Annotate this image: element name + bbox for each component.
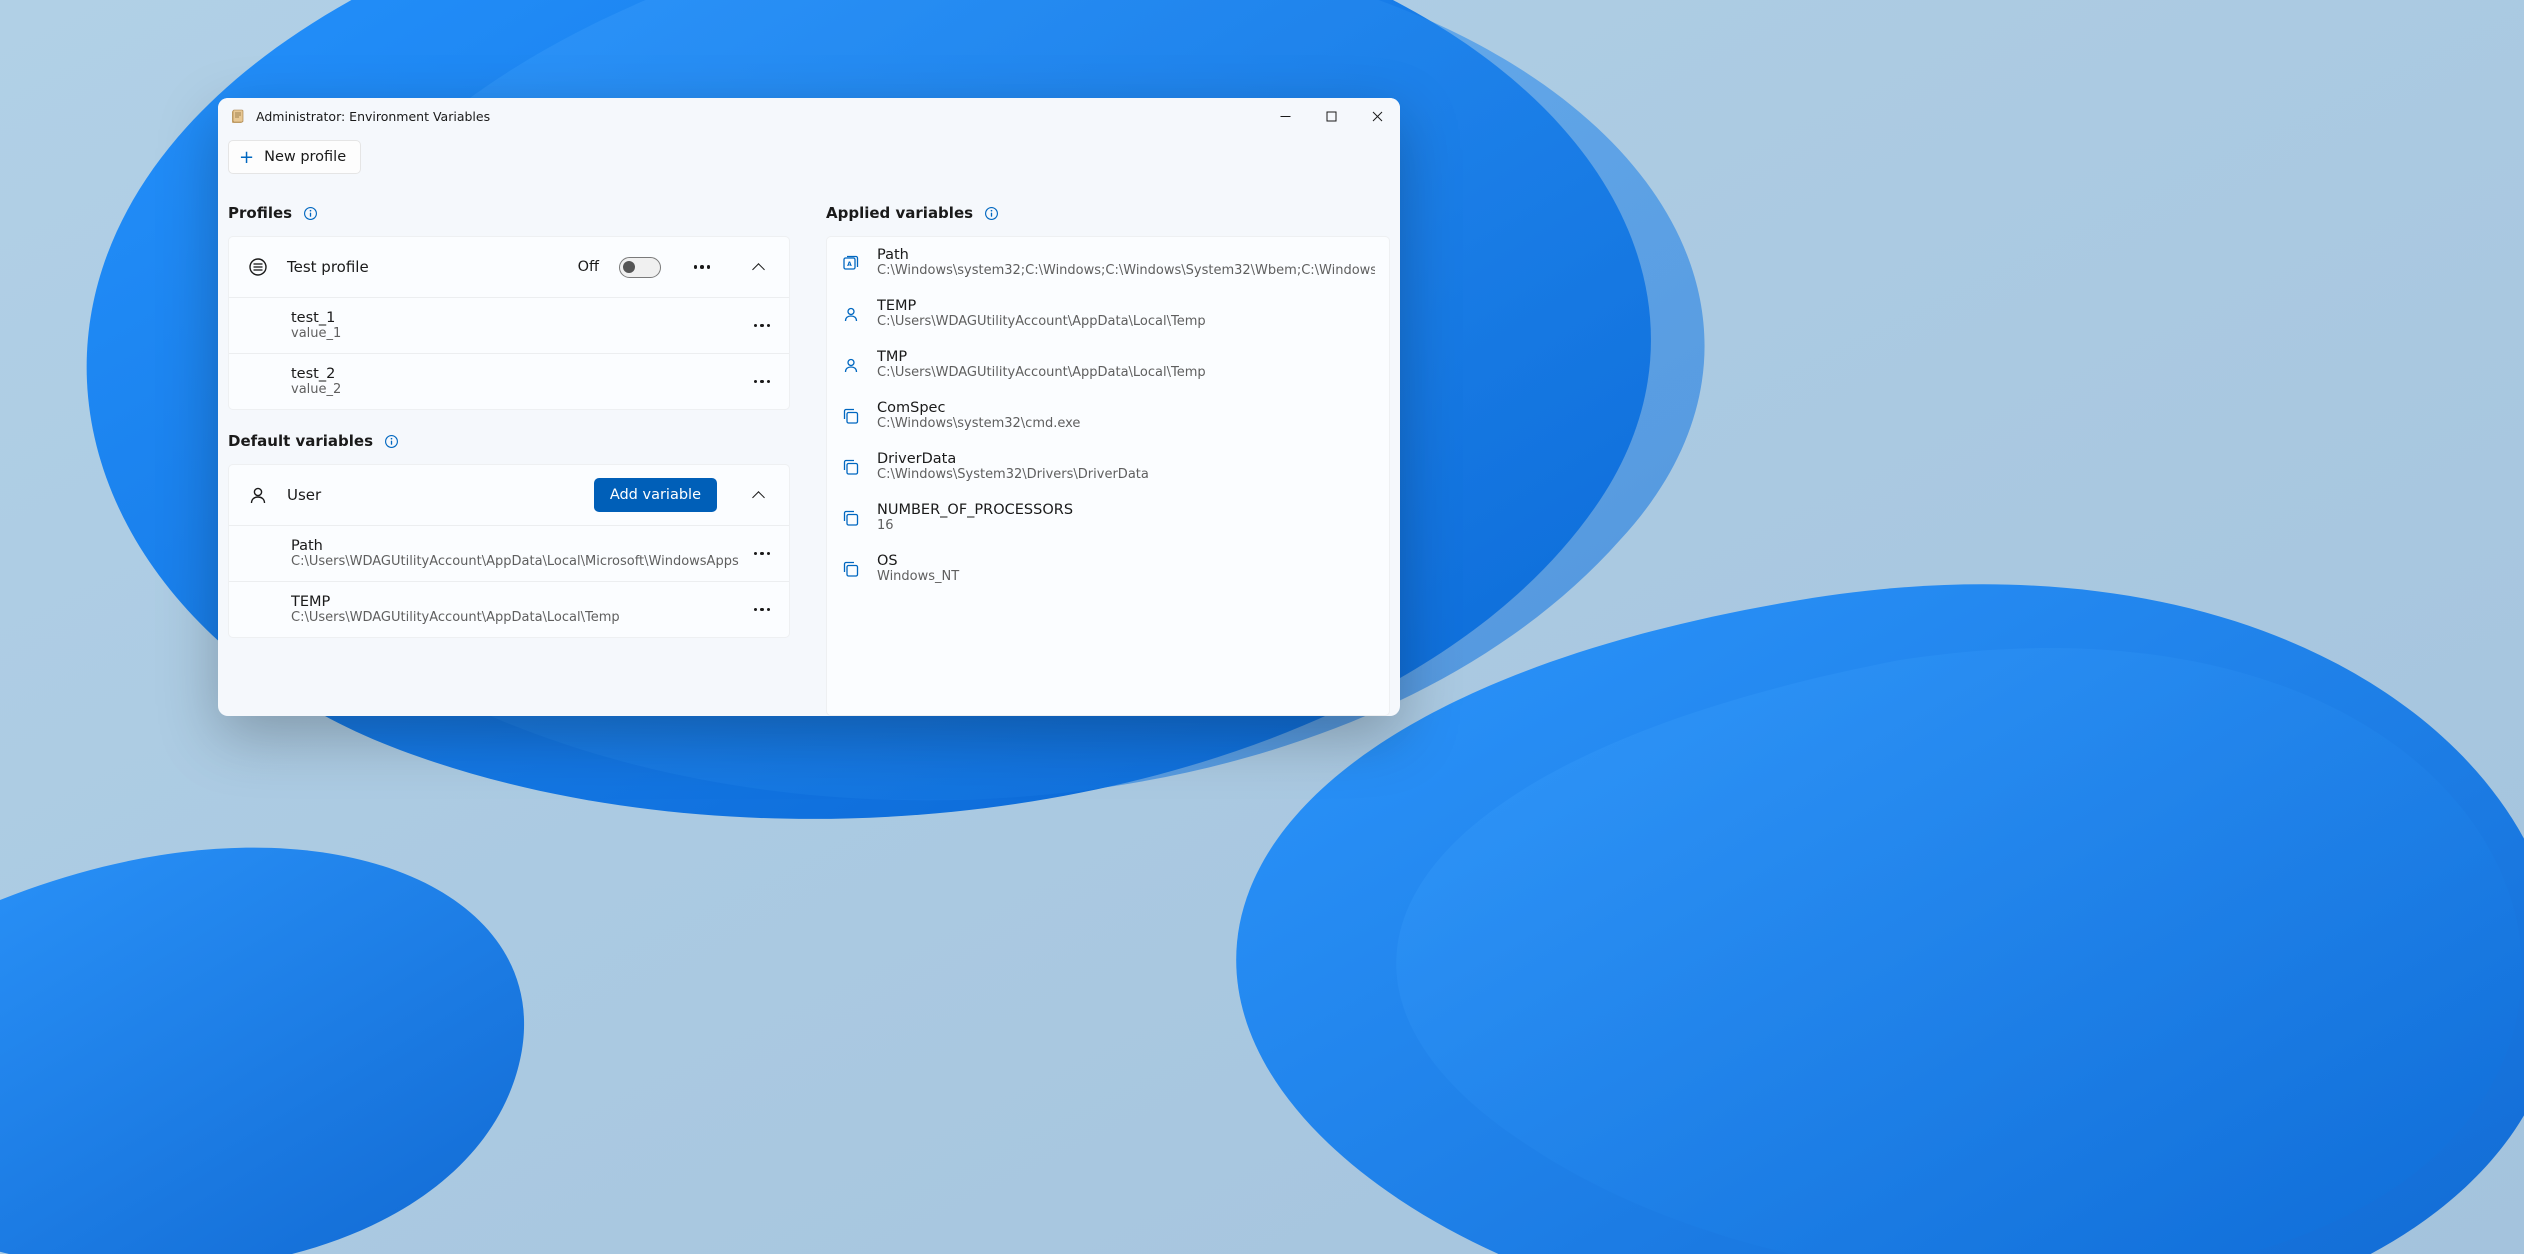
info-icon[interactable] [983,205,999,221]
applied-variables-list[interactable]: A Path C:\Windows\system32;C:\Windows;C:… [826,236,1390,716]
variable-name: test_1 [291,310,747,326]
profiles-title: Profiles [228,204,292,222]
more-horizontal-icon [754,552,771,556]
variable-more-button[interactable] [747,367,777,397]
window-title: Administrator: Environment Variables [256,109,490,124]
profile-expand-toggle[interactable] [739,248,777,286]
variable-name: Path [291,538,747,554]
applied-variable-row[interactable]: TMP C:\Users\WDAGUtilityAccount\AppData\… [827,339,1389,390]
right-column: Applied variables A Path C:\Windows\syst… [826,204,1390,716]
app-window: Administrator: Environment Variables + N… [218,98,1400,716]
maximize-button[interactable] [1308,98,1354,134]
applied-variable-value: C:\Windows\system32;C:\Windows;C:\Window… [877,263,1375,278]
variable-more-button[interactable] [747,311,777,341]
system-source-icon [841,457,861,477]
profile-icon [247,256,269,278]
plus-icon: + [239,147,254,168]
profile-more-button[interactable] [687,252,717,282]
more-horizontal-icon [754,608,771,612]
toggle-knob [623,261,635,273]
user-source-icon [841,304,861,324]
window-controls [1262,98,1400,134]
user-variables-header[interactable]: User Add variable [229,465,789,525]
variable-value: value_2 [291,382,747,397]
close-button[interactable] [1354,98,1400,134]
more-horizontal-icon [754,324,771,328]
system-source-icon [841,508,861,528]
applied-variable-value: C:\Users\WDAGUtilityAccount\AppData\Loca… [877,365,1375,380]
user-expand-toggle[interactable] [739,476,777,514]
system-source-icon [841,559,861,579]
content-area: Profiles Test profile Off [218,184,1400,716]
applied-title: Applied variables [826,204,973,222]
applied-variable-row[interactable]: OS Windows_NT [827,543,1389,594]
profile-variable-row[interactable]: test_2 value_2 [229,353,789,409]
applied-variable-value: Windows_NT [877,569,1375,584]
new-profile-label: New profile [264,149,346,165]
applied-variable-name: NUMBER_OF_PROCESSORS [877,502,1375,518]
default-vars-section-header: Default variables [228,432,790,450]
applied-variable-value: C:\Windows\System32\Drivers\DriverData [877,467,1375,482]
profile-toggle[interactable] [619,257,661,278]
chevron-up-icon [752,491,765,504]
user-variable-row[interactable]: TEMP C:\Users\WDAGUtilityAccount\AppData… [229,581,789,637]
applied-section-header: Applied variables [826,204,1390,222]
title-bar: Administrator: Environment Variables [218,98,1400,134]
default-vars-title: Default variables [228,432,373,450]
app-icon [230,108,246,124]
applied-variable-row[interactable]: TEMP C:\Users\WDAGUtilityAccount\AppData… [827,288,1389,339]
profile-card: Test profile Off test_1 value_1 [228,236,790,410]
applied-variable-row[interactable]: DriverData C:\Windows\System32\Drivers\D… [827,441,1389,492]
more-horizontal-icon [754,380,771,384]
add-variable-button[interactable]: Add variable [594,478,717,512]
variable-value: C:\Users\WDAGUtilityAccount\AppData\Loca… [291,610,747,625]
applied-variable-row[interactable]: A Path C:\Windows\system32;C:\Windows;C:… [827,237,1389,288]
profile-variable-row[interactable]: test_1 value_1 [229,297,789,353]
variable-value: C:\Users\WDAGUtilityAccount\AppData\Loca… [291,554,747,569]
more-horizontal-icon [694,265,711,269]
toolbar: + New profile [218,134,1400,184]
info-icon[interactable] [383,433,399,449]
applied-variable-name: TEMP [877,298,1375,314]
applied-variable-name: TMP [877,349,1375,365]
svg-text:A: A [847,261,852,268]
system-source-icon [841,406,861,426]
variable-value: value_1 [291,326,747,341]
applied-variable-row[interactable]: ComSpec C:\Windows\system32\cmd.exe [827,390,1389,441]
profiles-section-header: Profiles [228,204,792,222]
left-scroll-area[interactable]: Test profile Off test_1 value_1 [228,236,792,716]
applied-variable-name: DriverData [877,451,1375,467]
user-icon [247,484,269,506]
variable-name: TEMP [291,594,747,610]
profile-source-icon: A [841,253,861,273]
new-profile-button[interactable]: + New profile [228,140,361,174]
info-icon[interactable] [302,205,318,221]
applied-variable-name: OS [877,553,1375,569]
applied-variable-row[interactable]: NUMBER_OF_PROCESSORS 16 [827,492,1389,543]
applied-variable-name: Path [877,247,1375,263]
user-variable-row[interactable]: Path C:\Users\WDAGUtilityAccount\AppData… [229,525,789,581]
variable-name: test_2 [291,366,747,382]
applied-variable-value: 16 [877,518,1375,533]
left-column: Profiles Test profile Off [228,204,792,716]
applied-variable-name: ComSpec [877,400,1375,416]
variable-more-button[interactable] [747,595,777,625]
user-source-icon [841,355,861,375]
profile-toggle-label: Off [578,259,599,275]
profile-header[interactable]: Test profile Off [229,237,789,297]
minimize-button[interactable] [1262,98,1308,134]
user-variables-card: User Add variable Path C:\Users\WDAGUtil… [228,464,790,638]
chevron-up-icon [752,263,765,276]
variable-more-button[interactable] [747,539,777,569]
profile-name: Test profile [287,258,560,276]
user-section-label: User [287,486,576,504]
applied-variable-value: C:\Users\WDAGUtilityAccount\AppData\Loca… [877,314,1375,329]
applied-variable-value: C:\Windows\system32\cmd.exe [877,416,1375,431]
